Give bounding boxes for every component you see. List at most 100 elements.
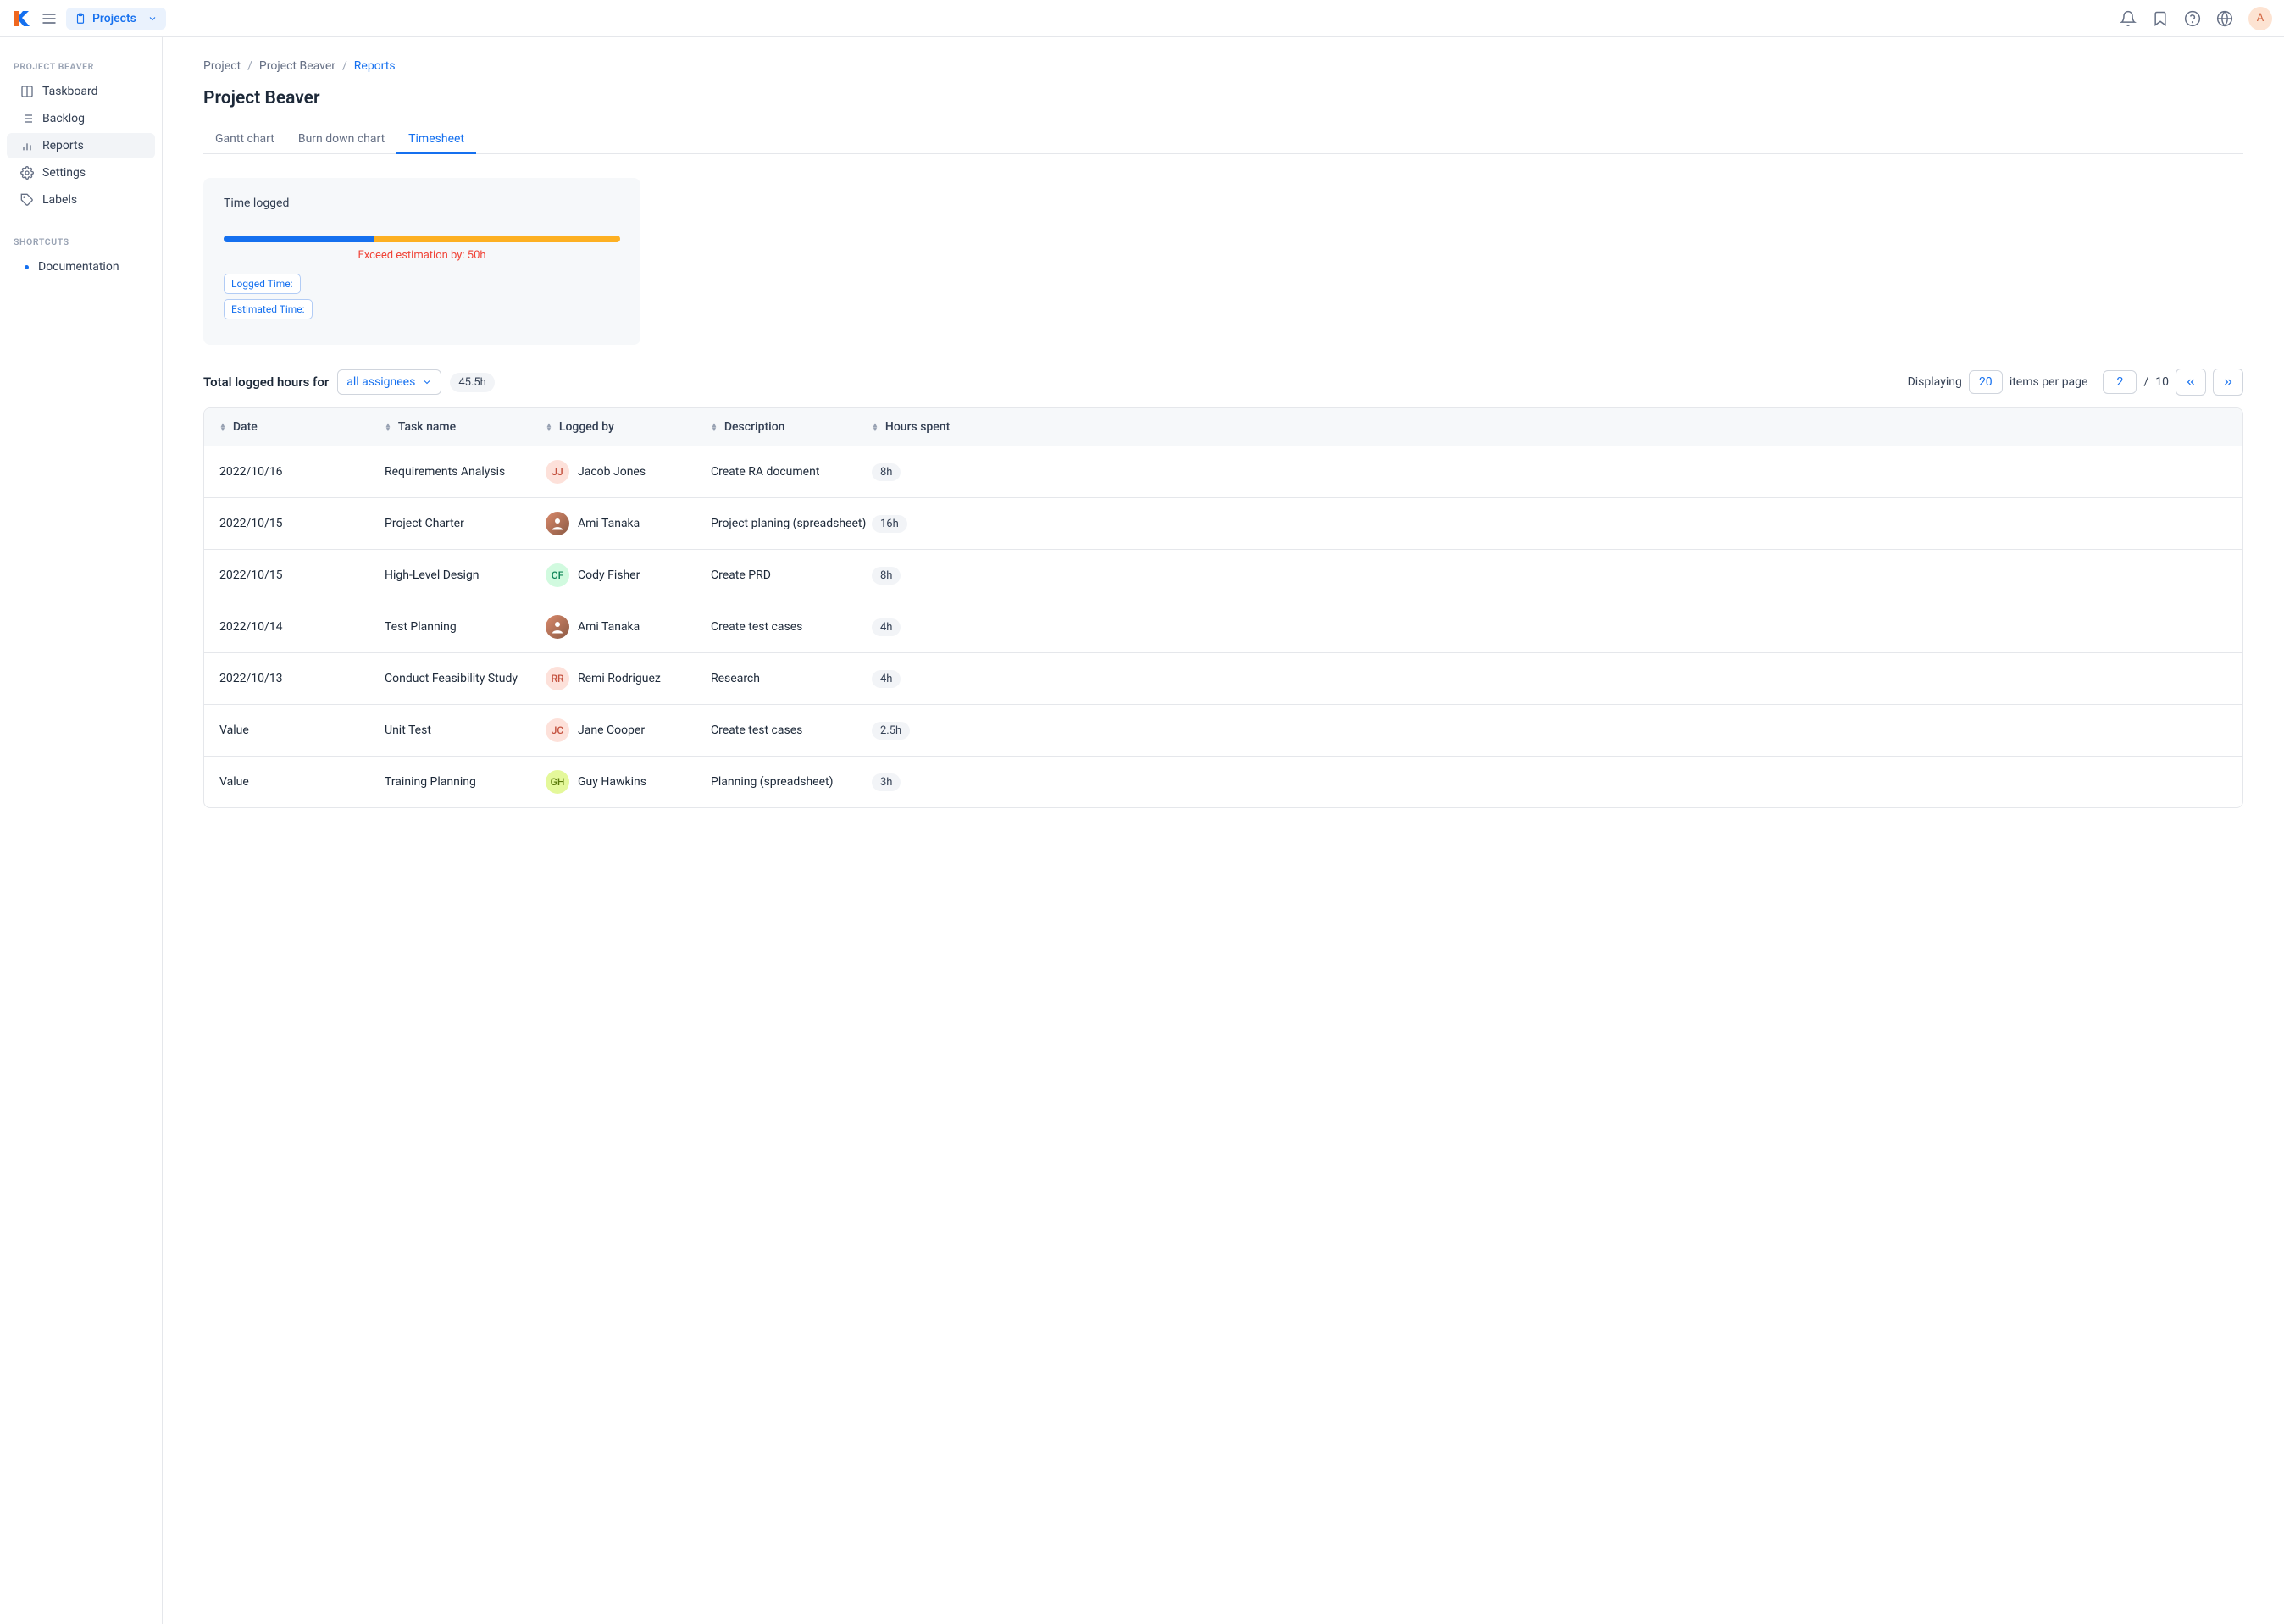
tab-gantt[interactable]: Gantt chart xyxy=(203,125,286,153)
sidebar-item-settings[interactable]: Settings xyxy=(7,160,155,186)
avatar xyxy=(546,615,569,639)
sidebar-item-labels[interactable]: Labels xyxy=(7,187,155,213)
breadcrumb-item[interactable]: Project xyxy=(203,59,241,73)
bell-icon[interactable] xyxy=(2120,10,2137,27)
clipboard-icon xyxy=(75,13,86,25)
time-logged-card: Time logged Exceed estimation by: 50h Lo… xyxy=(203,178,640,345)
cell-date: 2022/10/15 xyxy=(219,517,385,530)
cell-logged-by: JC Jane Cooper xyxy=(546,718,711,742)
table-head: ▲▼Date ▲▼Task name ▲▼Logged by ▲▼Descrip… xyxy=(204,408,2242,446)
sidebar-item-taskboard[interactable]: Taskboard xyxy=(7,79,155,104)
table-row[interactable]: 2022/10/15 Project Charter Ami Tanaka Pr… xyxy=(204,497,2242,549)
tab-timesheet[interactable]: Timesheet xyxy=(396,125,476,154)
hours-pill: 2.5h xyxy=(872,722,910,740)
person-name: Ami Tanaka xyxy=(578,620,640,634)
hours-pill: 4h xyxy=(872,670,901,688)
table-row[interactable]: 2022/10/15 High-Level Design CF Cody Fis… xyxy=(204,549,2242,601)
cell-date: Value xyxy=(219,723,385,737)
assignee-select[interactable]: all assignees xyxy=(337,369,441,395)
cell-description: Project planing (spreadsheet) xyxy=(711,517,872,530)
cell-date: 2022/10/14 xyxy=(219,620,385,634)
main-content: Project / Project Beaver / Reports Proje… xyxy=(163,37,2284,1624)
sidebar-item-label: Documentation xyxy=(38,260,119,274)
th-date[interactable]: ▲▼Date xyxy=(219,420,385,434)
table-row[interactable]: Value Unit Test JC Jane Cooper Create te… xyxy=(204,704,2242,756)
avatar: JC xyxy=(546,718,569,742)
cell-hours: 4h xyxy=(872,670,2227,688)
sidebar-item-documentation[interactable]: Documentation xyxy=(7,254,155,280)
breadcrumb: Project / Project Beaver / Reports xyxy=(203,59,2243,73)
cell-hours: 2.5h xyxy=(872,722,2227,740)
cell-date: 2022/10/15 xyxy=(219,568,385,582)
tab-burn-down[interactable]: Burn down chart xyxy=(286,125,396,153)
sidebar-section-project: PROJECT BEAVER xyxy=(0,49,162,79)
breadcrumb-item[interactable]: Project Beaver xyxy=(259,59,335,73)
tabs: Gantt chart Burn down chart Timesheet xyxy=(203,125,2243,154)
page-title: Project Beaver xyxy=(203,88,2243,108)
total-pages: 10 xyxy=(2155,375,2169,389)
dot-icon xyxy=(25,265,29,269)
cell-logged-by: JJ Jacob Jones xyxy=(546,460,711,484)
avatar: JJ xyxy=(546,460,569,484)
taskboard-icon xyxy=(20,85,34,98)
sidebar-item-backlog[interactable]: Backlog xyxy=(7,106,155,131)
chevron-double-right-icon xyxy=(2222,376,2234,388)
breadcrumb-item-active: Reports xyxy=(354,59,396,73)
th-task[interactable]: ▲▼Task name xyxy=(385,420,546,434)
globe-icon[interactable] xyxy=(2216,10,2233,27)
items-per-page-input[interactable]: 20 xyxy=(1969,370,2003,394)
cell-task: Conduct Feasibility Study xyxy=(385,672,546,685)
avatar xyxy=(546,512,569,535)
cell-date: Value xyxy=(219,775,385,789)
current-page-input[interactable]: 2 xyxy=(2103,370,2137,394)
cell-description: Create PRD xyxy=(711,568,872,582)
sort-icon: ▲▼ xyxy=(872,423,879,431)
table-row[interactable]: 2022/10/16 Requirements Analysis JJ Jaco… xyxy=(204,446,2242,497)
progress-logged xyxy=(224,236,374,242)
sidebar-section-shortcuts: SHORTCUTS xyxy=(0,224,162,254)
th-logged-by[interactable]: ▲▼Logged by xyxy=(546,420,711,434)
th-hours[interactable]: ▲▼Hours spent xyxy=(872,420,2227,434)
next-page-button[interactable] xyxy=(2213,369,2243,396)
sort-icon: ▲▼ xyxy=(219,423,226,431)
list-header: Total logged hours for all assignees 45.… xyxy=(203,369,2243,396)
projects-dropdown[interactable]: Projects xyxy=(66,8,166,30)
estimated-time-legend: Estimated Time: xyxy=(224,299,313,319)
backlog-icon xyxy=(20,112,34,125)
person-name: Jacob Jones xyxy=(578,465,646,479)
top-bar: Projects A xyxy=(0,0,2284,37)
user-avatar[interactable]: A xyxy=(2248,7,2272,30)
cell-description: Create RA document xyxy=(711,465,872,479)
app-logo[interactable] xyxy=(12,8,32,29)
cell-hours: 16h xyxy=(872,515,2227,533)
cell-hours: 8h xyxy=(872,567,2227,585)
list-header-left: Total logged hours for all assignees 45.… xyxy=(203,369,495,395)
person-name: Cody Fisher xyxy=(578,568,640,582)
cell-logged-by: Ami Tanaka xyxy=(546,512,711,535)
sidebar-item-label: Labels xyxy=(42,193,77,207)
th-description[interactable]: ▲▼Description xyxy=(711,420,872,434)
cell-date: 2022/10/16 xyxy=(219,465,385,479)
table-row[interactable]: 2022/10/14 Test Planning Ami Tanaka Crea… xyxy=(204,601,2242,652)
items-per-page-label: items per page xyxy=(2010,375,2088,389)
total-hours-pill: 45.5h xyxy=(450,373,495,392)
progress-bar xyxy=(224,236,620,242)
top-bar-left: Projects xyxy=(12,8,166,30)
menu-icon[interactable] xyxy=(41,10,58,27)
cell-description: Create test cases xyxy=(711,620,872,634)
person-name: Remi Rodriguez xyxy=(578,672,661,685)
bookmark-icon[interactable] xyxy=(2152,10,2169,27)
sort-icon: ▲▼ xyxy=(546,423,552,431)
table-row[interactable]: Value Training Planning GH Guy Hawkins P… xyxy=(204,756,2242,807)
person-name: Guy Hawkins xyxy=(578,775,646,789)
list-header-right: Displaying 20 items per page 2 / 10 xyxy=(1908,369,2243,396)
person-name: Ami Tanaka xyxy=(578,517,640,530)
hours-pill: 8h xyxy=(872,567,901,585)
prev-page-button[interactable] xyxy=(2176,369,2206,396)
sidebar-item-reports[interactable]: Reports xyxy=(7,133,155,158)
help-icon[interactable] xyxy=(2184,10,2201,27)
cell-hours: 3h xyxy=(872,773,2227,791)
cell-date: 2022/10/13 xyxy=(219,672,385,685)
hours-pill: 16h xyxy=(872,515,907,533)
table-row[interactable]: 2022/10/13 Conduct Feasibility Study RR … xyxy=(204,652,2242,704)
